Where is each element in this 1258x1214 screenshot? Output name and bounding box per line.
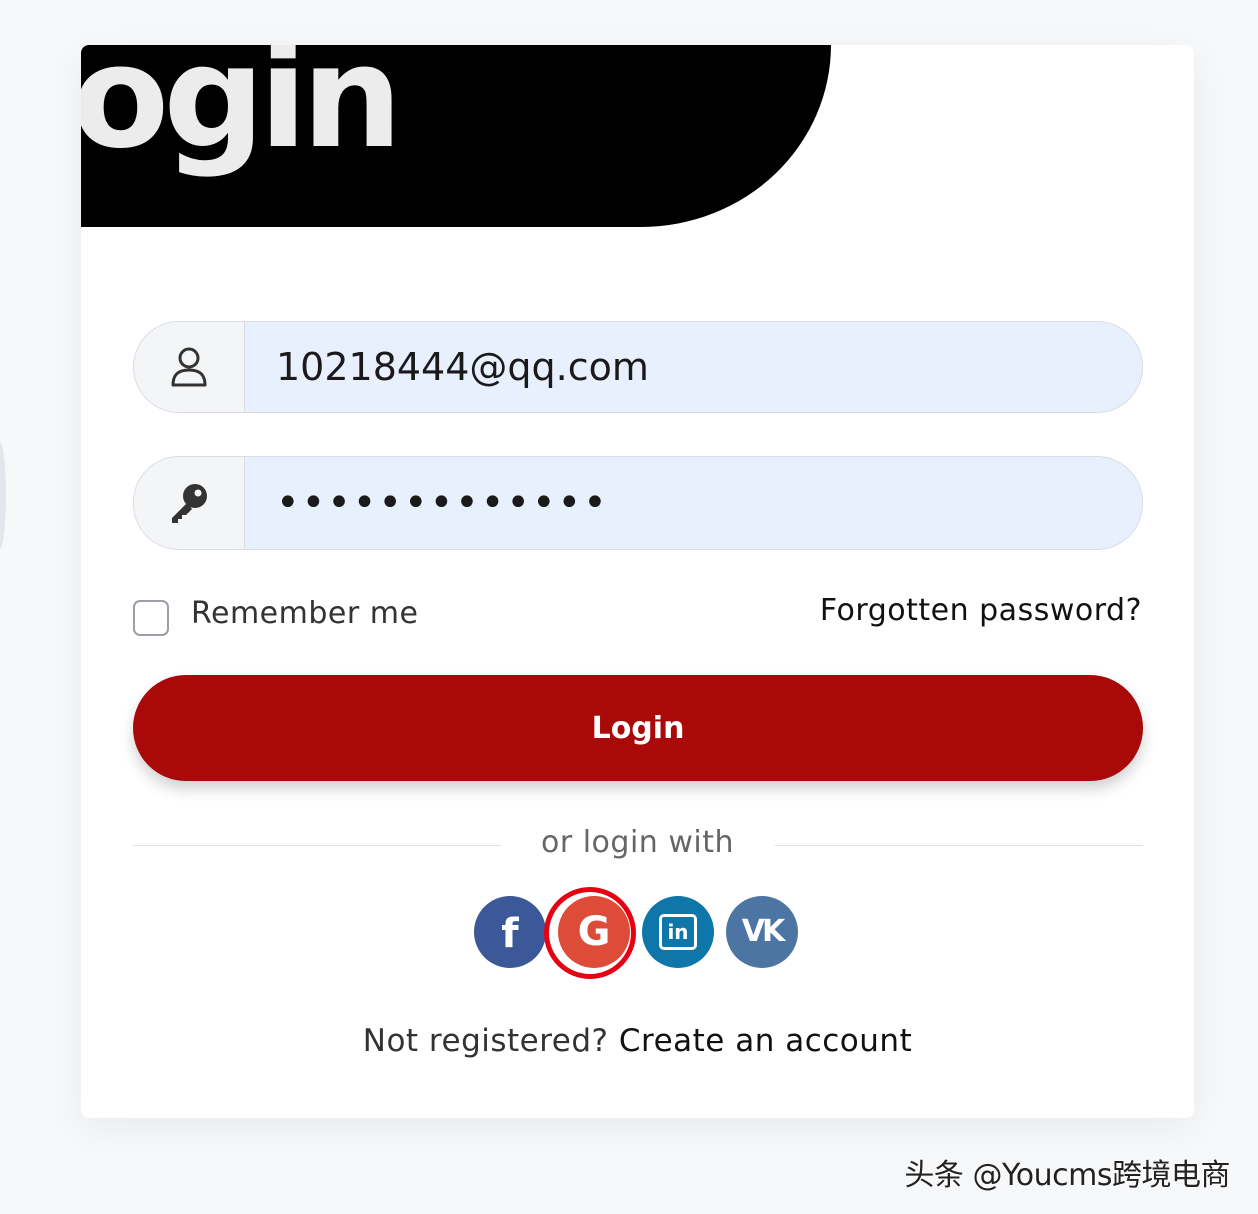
user-icon xyxy=(134,322,245,412)
facebook-icon: f xyxy=(501,911,519,957)
background-edge xyxy=(0,440,6,550)
create-account-link[interactable]: Create an account xyxy=(619,1023,912,1059)
login-button[interactable]: Login xyxy=(133,675,1143,781)
register-prompt: Not registered? xyxy=(362,1023,619,1059)
header-banner: login xyxy=(81,45,831,227)
register-row: Not registered? Create an account xyxy=(81,1023,1194,1059)
linkedin-icon: in xyxy=(659,914,697,950)
vk-icon: vk xyxy=(741,914,786,949)
remember-label: Remember me xyxy=(191,596,419,631)
login-card: login ••••••••••••• Remember me Forgotte… xyxy=(81,45,1194,1118)
google-login-button[interactable]: G xyxy=(558,896,630,968)
remember-checkbox[interactable] xyxy=(133,600,169,636)
page-title: login xyxy=(81,45,403,180)
email-input[interactable] xyxy=(246,322,1142,412)
google-icon: G xyxy=(577,909,611,955)
key-icon xyxy=(134,457,245,549)
password-field: ••••••••••••• xyxy=(133,456,1143,550)
forgot-password-link[interactable]: Forgotten password? xyxy=(820,593,1142,628)
watermark: 头条 @Youcms跨境电商 xyxy=(904,1158,1230,1193)
password-input[interactable]: ••••••••••••• xyxy=(246,457,1142,549)
social-divider-label: or login with xyxy=(541,825,734,860)
facebook-login-button[interactable]: f xyxy=(474,896,546,968)
username-field xyxy=(133,321,1143,413)
linkedin-login-button[interactable]: in xyxy=(642,896,714,968)
vk-login-button[interactable]: vk xyxy=(726,896,798,968)
